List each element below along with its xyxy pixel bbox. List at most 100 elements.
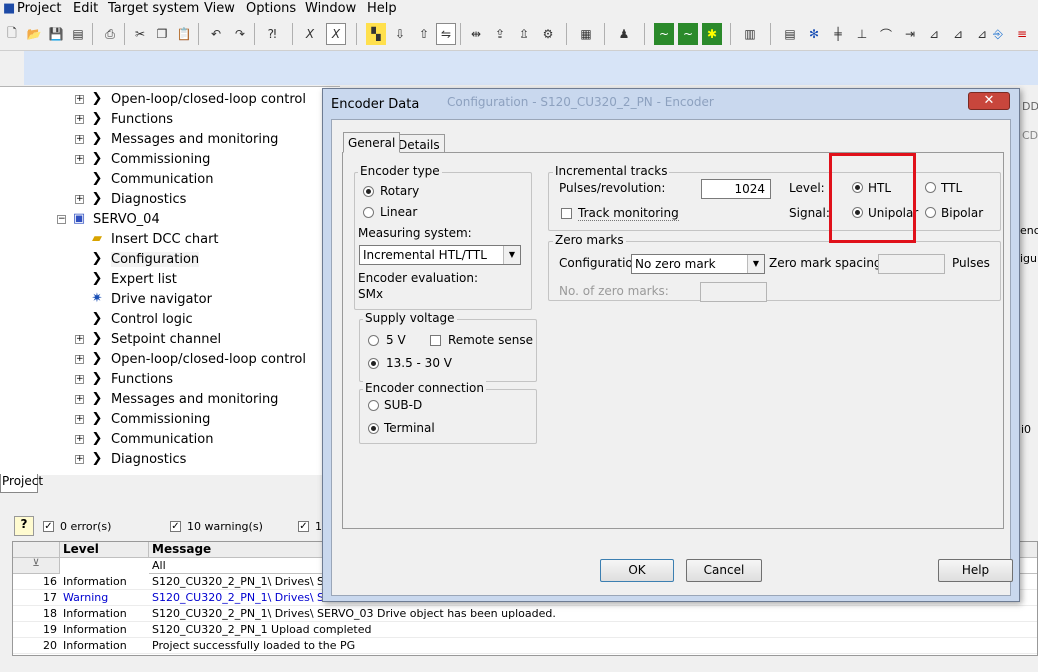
save-compile-icon[interactable]: ▤ (68, 23, 88, 45)
sub-d-radio[interactable] (368, 400, 379, 411)
bus-icon[interactable]: ≡ (1012, 23, 1032, 45)
download-icon[interactable]: ⇩ (390, 23, 410, 45)
user-icon[interactable]: ♟ (614, 23, 634, 45)
align-icon[interactable]: ╪ (828, 23, 848, 45)
tree-item[interactable]: ❯ Control logic (0, 310, 340, 330)
expand-icon[interactable]: + (75, 355, 84, 364)
tree-item[interactable]: ▰ Insert DCC chart (0, 230, 340, 250)
zero-count-input[interactable] (700, 282, 767, 302)
terminal-radio[interactable] (368, 423, 379, 434)
collapse-icon[interactable]: − (57, 215, 66, 224)
tab-general[interactable]: General (343, 132, 401, 153)
warnings-checkbox[interactable]: ✓ (170, 521, 181, 532)
device-icon[interactable]: ▦ (576, 23, 596, 45)
tree-item[interactable]: + ❯ Communication (0, 430, 340, 450)
help-pointer-icon[interactable]: ⁈ (262, 23, 282, 45)
tab-project[interactable]: Project (0, 474, 43, 493)
expand-icon[interactable]: + (75, 115, 84, 124)
help-icon[interactable]: ? (14, 516, 34, 536)
menu-edit[interactable]: Edit (73, 1, 98, 16)
disconnect-icon[interactable]: ⇪ (490, 23, 510, 45)
zero-config-select[interactable]: No zero mark ▼ (631, 254, 765, 274)
remote-sense-checkbox[interactable] (430, 335, 441, 346)
terminal-icon[interactable]: ⎆ (988, 23, 1008, 45)
activate-icon[interactable]: X (326, 23, 346, 45)
chart-icon[interactable]: ~ (654, 23, 674, 45)
scale-icon[interactable]: ⌒ (876, 23, 896, 45)
deactivate-icon[interactable]: X (300, 23, 320, 45)
13-5-30v-radio[interactable] (368, 358, 379, 369)
linear-radio[interactable] (363, 207, 374, 218)
menu-view[interactable]: View (204, 1, 235, 16)
track-monitoring-checkbox[interactable] (561, 208, 572, 219)
compare-icon[interactable]: ⇫ (514, 23, 534, 45)
expand-icon[interactable]: + (75, 95, 84, 104)
help-button[interactable]: Help (938, 559, 1013, 582)
menu-window[interactable]: Window (305, 1, 356, 16)
expand-icon[interactable]: + (75, 155, 84, 164)
signal-icon[interactable]: ⊿ (948, 23, 968, 45)
measuring-system-select[interactable]: Incremental HTL/TTL ▼ (359, 245, 521, 265)
errors-checkbox[interactable]: ✓ (43, 521, 54, 532)
tree-item[interactable]: + ❯ Messages and monitoring (0, 390, 340, 410)
zero-spacing-input[interactable] (878, 254, 945, 274)
tree-item[interactable]: + ❯ Diagnostics (0, 450, 340, 470)
expand-icon[interactable]: + (75, 415, 84, 424)
menu-options[interactable]: Options (246, 1, 296, 16)
tree-item[interactable]: + ❯ Messages and monitoring (0, 130, 340, 150)
tree-item[interactable]: + ❯ Commissioning (0, 410, 340, 430)
expand-icon[interactable]: + (75, 375, 84, 384)
filter-icon[interactable]: ⊻ (13, 558, 60, 574)
expand-icon[interactable]: + (75, 335, 84, 344)
tree-item[interactable]: ❯ Communication (0, 170, 340, 190)
pulses-input[interactable]: 1024 (701, 179, 771, 199)
cut-icon[interactable]: ✂ (130, 23, 150, 45)
5v-radio[interactable] (368, 335, 379, 346)
bipolar-radio[interactable] (925, 207, 936, 218)
tree-item[interactable]: ❯ Configuration (0, 250, 340, 270)
chart2-icon[interactable]: ~ (678, 23, 698, 45)
online-icon[interactable]: ⇋ (436, 23, 456, 45)
trace-icon[interactable]: ⚙ (538, 23, 558, 45)
paste-icon[interactable]: 📋 (174, 23, 194, 45)
new-icon[interactable]: 🗋 (2, 23, 22, 45)
settings-icon[interactable]: ✻ (804, 23, 824, 45)
ramp-icon[interactable]: ⇥ (900, 23, 920, 45)
connect-icon[interactable]: ⇹ (466, 23, 486, 45)
expand-icon[interactable]: + (75, 195, 84, 204)
tree-item[interactable]: + ❯ Open-loop/closed-loop control (0, 90, 340, 110)
tree-item[interactable]: + ❯ Commissioning (0, 150, 340, 170)
cancel-button[interactable]: Cancel (686, 559, 762, 582)
tree-item[interactable]: + ❯ Functions (0, 110, 340, 130)
chart3-icon[interactable]: ✱ (702, 23, 722, 45)
ttl-radio[interactable] (925, 182, 936, 193)
ok-button[interactable]: OK (600, 559, 674, 582)
open-icon[interactable]: 📂 (24, 23, 44, 45)
tree-item[interactable]: + ❯ Setpoint channel (0, 330, 340, 350)
info-checkbox[interactable]: ✓ (298, 521, 309, 532)
tree-item[interactable]: ❯ Expert list (0, 270, 340, 290)
menu-project[interactable]: Project (17, 1, 61, 16)
column-level[interactable]: Level (60, 542, 149, 558)
undo-icon[interactable]: ↶ (206, 23, 226, 45)
expand-icon[interactable]: + (75, 395, 84, 404)
print-icon[interactable]: ⎙ (100, 23, 120, 45)
menu-help[interactable]: Help (367, 1, 397, 16)
redo-icon[interactable]: ↷ (230, 23, 250, 45)
list-icon[interactable]: ▥ (740, 23, 760, 45)
curve-icon[interactable]: ⊥ (852, 23, 872, 45)
rotary-radio[interactable] (363, 186, 374, 197)
save-icon[interactable]: 💾 (46, 23, 66, 45)
tree-item[interactable]: + ❯ Open-loop/closed-loop control (0, 350, 340, 370)
close-button[interactable]: ✕ (968, 92, 1010, 110)
tree-item[interactable]: + ❯ Functions (0, 370, 340, 390)
expand-icon[interactable]: + (75, 135, 84, 144)
expand-icon[interactable]: + (75, 435, 84, 444)
tree-item[interactable]: − ▣ SERVO_04 (0, 210, 340, 230)
network-icon[interactable]: ▚ (366, 23, 386, 45)
table-icon[interactable]: ▤ (780, 23, 800, 45)
expand-icon[interactable]: + (75, 455, 84, 464)
upload-icon[interactable]: ⇧ (414, 23, 434, 45)
menu-target-system[interactable]: Target system (108, 1, 199, 16)
tree-item[interactable]: + ❯ Diagnostics (0, 190, 340, 210)
